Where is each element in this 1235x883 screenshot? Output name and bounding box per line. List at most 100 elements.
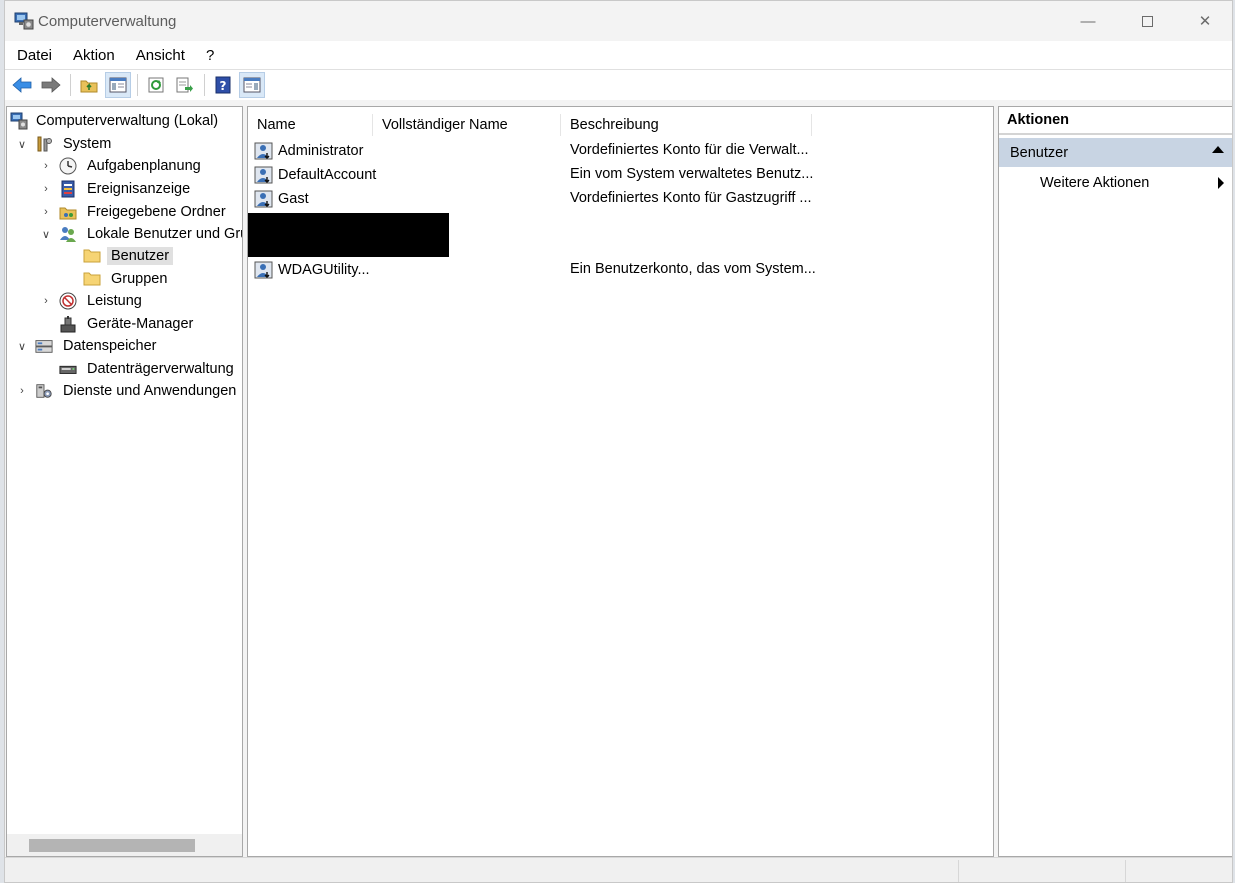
back-arrow-icon	[12, 77, 32, 93]
menu-datei[interactable]: Datei	[5, 47, 62, 64]
tree-item-system[interactable]: ∨ System	[15, 133, 115, 155]
tree-item-ereignisanzeige[interactable]: › Ereignisanzeige	[39, 178, 194, 200]
user-icon	[254, 261, 274, 279]
user-list[interactable]: Name Vollständiger Name Beschreibung Adm…	[247, 106, 994, 857]
actions-section-label: Benutzer	[1010, 144, 1069, 161]
forward-button[interactable]	[38, 72, 64, 98]
export-list-button[interactable]	[172, 72, 198, 98]
refresh-button[interactable]	[143, 72, 169, 98]
forward-arrow-icon	[41, 77, 61, 93]
clock-icon	[59, 157, 77, 175]
export-list-icon	[176, 77, 194, 93]
users-groups-icon	[59, 225, 77, 243]
actions-section-benutzer[interactable]: Benutzer	[999, 138, 1232, 167]
user-description: Ein Benutzerkonto, das vom System...	[570, 261, 816, 277]
refresh-icon	[147, 77, 165, 93]
show-hide-console-tree-button[interactable]	[105, 72, 131, 98]
console-tree[interactable]: Computerverwaltung (Lokal) ∨ System › Au…	[6, 106, 243, 857]
help-icon: ?	[215, 76, 231, 94]
device-manager-icon	[59, 315, 77, 333]
collapse-up-icon[interactable]	[1212, 146, 1224, 153]
actions-pane: Aktionen Benutzer Weitere Aktionen	[998, 106, 1232, 857]
tree-item-freigegebene-ordner[interactable]: › Freigegebene Ordner	[39, 201, 230, 223]
svg-text:?: ?	[220, 79, 227, 93]
chevron-right-icon[interactable]: ›	[39, 160, 53, 172]
more-actions-label: Weitere Aktionen	[1040, 175, 1150, 191]
tree-item-aufgabenplanung[interactable]: › Aufgabenplanung	[39, 155, 205, 177]
list-item[interactable]: Gast Vordefiniertes Konto für Gastzugrif…	[254, 188, 984, 210]
chevron-right-icon[interactable]: ›	[39, 183, 53, 195]
shared-folder-icon	[59, 203, 77, 221]
tree-label: Leistung	[87, 293, 142, 309]
user-description: Ein vom System verwaltetes Benutz...	[570, 166, 814, 182]
user-description: Vordefiniertes Konto für Gastzugriff ...	[570, 190, 812, 206]
chevron-right-icon[interactable]: ›	[39, 206, 53, 218]
list-item[interactable]: DefaultAccount Ein vom System verwaltete…	[254, 164, 984, 186]
column-header-name[interactable]: Name	[248, 114, 373, 136]
user-icon	[254, 190, 274, 208]
menu-aktion[interactable]: Aktion	[62, 47, 125, 64]
show-hide-action-pane-button[interactable]	[239, 72, 265, 98]
minimize-icon: —	[1080, 12, 1096, 30]
status-separator	[958, 860, 959, 882]
tree-item-dienste[interactable]: › Dienste und Anwendungen	[15, 380, 240, 402]
back-button[interactable]	[9, 72, 35, 98]
folder-icon	[83, 270, 101, 288]
tree-item-computerverwaltung[interactable]: Computerverwaltung (Lokal)	[10, 110, 222, 132]
tree-item-benutzer[interactable]: Benutzer	[83, 245, 174, 267]
storage-icon	[35, 337, 53, 355]
more-actions-item[interactable]: Weitere Aktionen	[999, 171, 1232, 195]
tree-item-leistung[interactable]: › Leistung	[39, 290, 146, 312]
redacted-area	[248, 213, 449, 257]
status-bar	[5, 857, 1232, 882]
user-name: Gast	[278, 191, 309, 207]
services-icon	[35, 382, 53, 400]
tree-label: Aufgabenplanung	[87, 158, 201, 174]
maximize-button[interactable]	[1118, 1, 1176, 41]
up-level-button[interactable]	[76, 72, 102, 98]
computer-management-icon	[10, 112, 28, 130]
close-button[interactable]: ✕	[1176, 1, 1232, 41]
user-icon	[254, 142, 274, 160]
tree-label: System	[63, 136, 112, 152]
menu-bar: Datei Aktion Ansicht ?	[5, 41, 1232, 70]
user-name: DefaultAccount	[278, 167, 377, 183]
tree-item-lokale-benutzer[interactable]: ∨ Lokale Benutzer und Gru	[39, 223, 243, 245]
tree-item-datenspeicher[interactable]: ∨ Datenspeicher	[15, 335, 161, 357]
column-header-full-name[interactable]: Vollständiger Name	[373, 114, 561, 136]
tree-label: Datenspeicher	[63, 338, 157, 354]
show-hide-tree-icon	[109, 77, 127, 93]
close-icon: ✕	[1198, 13, 1212, 30]
menu-ansicht[interactable]: Ansicht	[125, 47, 195, 64]
chevron-right-icon[interactable]: ›	[15, 385, 29, 397]
list-item[interactable]: WDAGUtility... Ein Benutzerkonto, das vo…	[254, 259, 984, 281]
tree-label: Dienste und Anwendungen	[63, 383, 237, 399]
toolbar-separator	[204, 74, 205, 96]
event-viewer-icon	[59, 180, 77, 198]
performance-icon	[59, 292, 77, 310]
disk-management-icon	[59, 360, 77, 378]
user-name: WDAGUtility...	[278, 262, 370, 278]
column-header-description[interactable]: Beschreibung	[561, 114, 812, 136]
toolbar: ?	[5, 70, 1232, 100]
tree-label: Gruppen	[111, 271, 168, 287]
actions-header: Aktionen	[999, 107, 1232, 135]
scrollbar-thumb[interactable]	[29, 839, 195, 852]
tree-item-gruppen[interactable]: Gruppen	[83, 268, 171, 290]
computer-management-window: Computerverwaltung — ✕ Datei Aktion Ansi…	[4, 0, 1233, 883]
menu-help[interactable]: ?	[195, 47, 224, 64]
user-description: Vordefiniertes Konto für die Verwalt...	[570, 142, 809, 158]
help-button[interactable]: ?	[210, 72, 236, 98]
tree-item-geraete-manager[interactable]: Geräte-Manager	[59, 313, 197, 335]
list-item[interactable]: Administrator Vordefiniertes Konto für d…	[254, 140, 984, 162]
tree-item-datentraegerverwaltung[interactable]: Datenträgerverwaltung	[59, 358, 238, 380]
title-bar[interactable]: Computerverwaltung — ✕	[5, 1, 1232, 41]
horizontal-scrollbar[interactable]	[7, 834, 242, 856]
chevron-right-icon[interactable]: ›	[39, 295, 53, 307]
chevron-down-icon[interactable]: ∨	[15, 138, 29, 151]
minimize-button[interactable]: —	[1059, 1, 1117, 41]
tree-label: Lokale Benutzer und Gru	[87, 226, 243, 242]
system-tools-icon	[35, 135, 53, 153]
chevron-down-icon[interactable]: ∨	[39, 228, 53, 241]
chevron-down-icon[interactable]: ∨	[15, 340, 29, 353]
